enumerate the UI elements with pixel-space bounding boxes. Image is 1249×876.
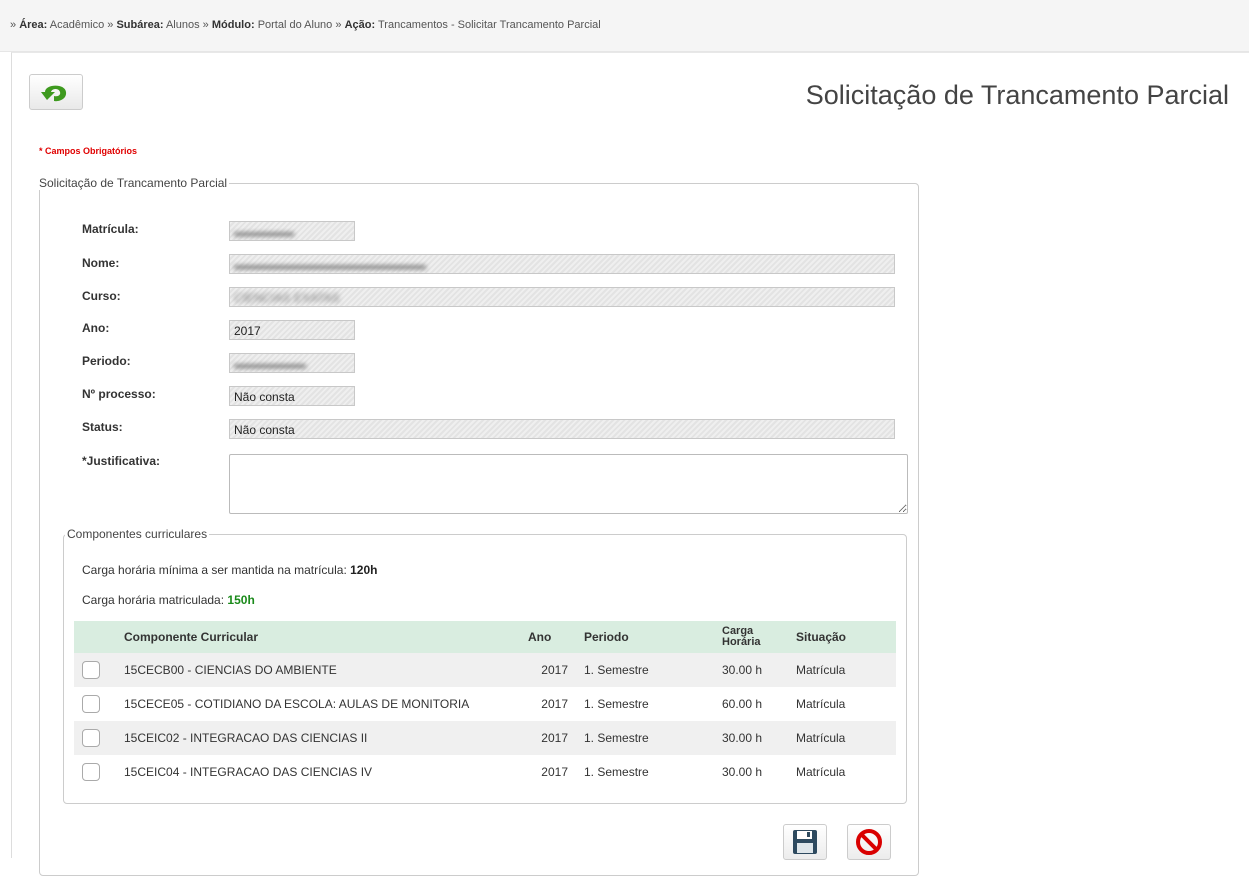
status-field: Não consta (229, 419, 895, 439)
cell-carga: 30.00 h (714, 653, 788, 687)
header-ano: Ano (520, 621, 576, 653)
carga-minima-label: Carga horária mínima a ser mantida na ma… (82, 563, 347, 577)
breadcrumb-modulo-value: Portal do Aluno (257, 19, 333, 31)
curso-field: CIENCIAS EXATAS (229, 287, 895, 307)
processo-label: Nº processo: (82, 387, 156, 401)
header-periodo: Periodo (576, 621, 714, 653)
table-row: 15CECE05 - COTIDIANO DA ESCOLA: AULAS DE… (74, 687, 896, 721)
prohibited-icon (856, 829, 882, 855)
breadcrumb-separator: » (202, 19, 209, 31)
header-checkbox-col (74, 621, 116, 653)
header-carga-line2: Horária (722, 636, 761, 648)
cell-periodo: 1. Semestre (576, 653, 714, 687)
matricula-redacted: ▬▬▬▬▬ (234, 225, 294, 239)
cell-componente: 15CECE05 - COTIDIANO DA ESCOLA: AULAS DE… (124, 697, 470, 711)
carga-matriculada-value: 150h (227, 593, 255, 607)
cell-ano: 2017 (541, 697, 568, 711)
breadcrumb-area-label: Área: (19, 19, 48, 31)
breadcrumb-acao-label: Ação: (344, 19, 376, 31)
table-header-row: Componente Curricular Ano Periodo Carga … (74, 621, 896, 653)
solicitacao-legend: Solicitação de Trancamento Parcial (39, 176, 228, 190)
row-checkbox[interactable] (82, 763, 100, 781)
cell-periodo: 1. Semestre (584, 697, 649, 711)
breadcrumb-separator: » (107, 19, 114, 31)
breadcrumb-modulo-label: Módulo: (211, 19, 255, 31)
periodo-field: ▬▬▬▬▬▬ (229, 353, 355, 373)
cell-carga: 30.00 h (714, 721, 788, 755)
breadcrumb-area-value: Acadêmico (49, 19, 105, 31)
floppy-disk-icon (793, 830, 817, 854)
breadcrumb: » Área: Acadêmico » Subárea: Alunos » Mó… (0, 0, 1249, 52)
required-fields-note: * Campos Obrigatórios (39, 146, 138, 156)
matricula-field: ▬▬▬▬▬ (229, 221, 355, 241)
componentes-table: Componente Curricular Ano Periodo Carga … (74, 621, 896, 789)
back-button[interactable] (29, 74, 83, 110)
save-button[interactable] (783, 824, 827, 860)
breadcrumb-acao-value: Trancamentos - Solicitar Trancamento Par… (377, 19, 601, 31)
row-checkbox[interactable] (82, 661, 100, 679)
cell-componente: 15CEIC04 - INTEGRACAO DAS CIENCIAS IV (124, 765, 373, 779)
curso-label: Curso: (82, 289, 121, 303)
nome-field: ▬▬▬▬▬▬▬▬▬▬▬▬▬▬▬▬ (229, 254, 895, 274)
ano-label: Ano: (82, 321, 110, 335)
table-row: 15CEIC04 - INTEGRACAO DAS CIENCIAS IV 20… (74, 755, 896, 789)
periodo-label: Periodo: (82, 354, 131, 368)
breadcrumb-separator: » (335, 19, 342, 31)
cell-situacao: Matrícula (796, 765, 846, 779)
nome-redacted: ▬▬▬▬▬▬▬▬▬▬▬▬▬▬▬▬ (234, 258, 426, 272)
cell-componente: 15CECB00 - CIENCIAS DO AMBIENTE (116, 653, 520, 687)
header-carga: Carga Horária (714, 621, 788, 653)
cell-periodo: 1. Semestre (584, 765, 649, 779)
ano-field: 2017 (229, 320, 355, 340)
carga-matriculada-label: Carga horária matriculada: (82, 593, 225, 607)
componentes-legend: Componentes curriculares (67, 527, 208, 541)
nome-label: Nome: (82, 256, 120, 270)
cell-situacao: Matrícula (788, 653, 896, 687)
periodo-redacted: ▬▬▬▬▬▬ (234, 357, 306, 371)
breadcrumb-subarea-label: Subárea: (116, 19, 164, 31)
cell-ano: 2017 (541, 765, 568, 779)
carga-minima: Carga horária mínima a ser mantida na ma… (82, 563, 377, 577)
cell-periodo: 1. Semestre (576, 721, 714, 755)
header-situacao: Situação (788, 621, 896, 653)
justificativa-textarea[interactable] (229, 454, 908, 514)
table-row: 15CECB00 - CIENCIAS DO AMBIENTE 2017 1. … (74, 653, 896, 687)
curso-value: CIENCIAS EXATAS (234, 291, 340, 305)
status-label: Status: (82, 420, 123, 434)
carga-minima-value: 120h (350, 563, 378, 577)
row-checkbox[interactable] (82, 729, 100, 747)
table-row: 15CEIC02 - INTEGRACAO DAS CIENCIAS II 20… (74, 721, 896, 755)
cell-componente: 15CEIC02 - INTEGRACAO DAS CIENCIAS II (116, 721, 520, 755)
justificativa-label: *Justificativa: (82, 454, 161, 468)
cell-situacao: Matrícula (796, 697, 846, 711)
undo-arrow-icon (41, 85, 67, 102)
processo-field: Não consta (229, 386, 355, 406)
cell-carga: 60.00 h (722, 697, 763, 711)
cell-situacao: Matrícula (788, 721, 896, 755)
breadcrumb-subarea-value: Alunos (165, 19, 200, 31)
row-checkbox[interactable] (82, 695, 100, 713)
cell-ano: 2017 (520, 721, 576, 755)
matricula-label: Matrícula: (82, 222, 139, 236)
cell-ano: 2017 (520, 653, 576, 687)
cancel-button[interactable] (847, 824, 891, 860)
cell-carga: 30.00 h (722, 765, 763, 779)
breadcrumb-prefix: » (10, 19, 17, 31)
header-componente: Componente Curricular (116, 621, 520, 653)
carga-matriculada: Carga horária matriculada: 150h (82, 593, 255, 607)
page-title: Solicitação de Trancamento Parcial (805, 80, 1229, 110)
